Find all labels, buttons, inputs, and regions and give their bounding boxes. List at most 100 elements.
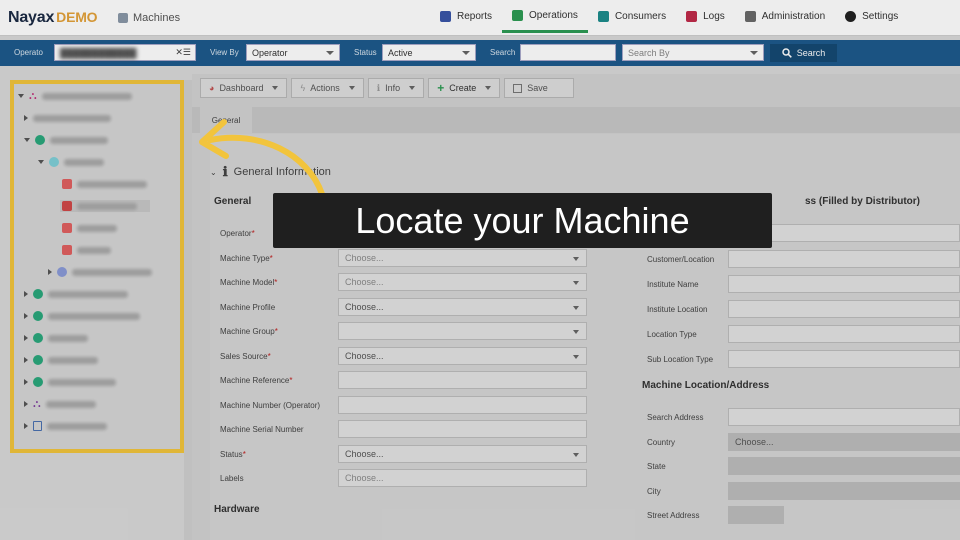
save-button[interactable]: Save <box>504 78 575 98</box>
field-label: Customer/Location <box>647 255 715 264</box>
tree-node[interactable] <box>24 288 128 300</box>
nav-label: Reports <box>457 11 493 22</box>
collapse-icon[interactable] <box>24 115 28 121</box>
field-select[interactable]: Choose... <box>338 346 587 365</box>
tree-node[interactable] <box>24 332 88 344</box>
dashboard-button[interactable]: ◕ Dashboard <box>200 78 288 98</box>
field-input[interactable] <box>728 275 960 293</box>
field-input[interactable] <box>728 408 960 426</box>
tree-node-machine[interactable] <box>62 222 117 234</box>
field-select[interactable]: Choose... <box>338 273 587 291</box>
collapse-icon[interactable] <box>24 335 28 341</box>
clear-list-icon[interactable]: ✕☰ <box>175 47 191 58</box>
field-label: Institute Name <box>647 280 699 289</box>
field-label: Country <box>647 437 676 447</box>
collapse-icon[interactable] <box>48 269 52 275</box>
operator-node-icon <box>33 289 43 299</box>
section-customer: ss (Filled by Distributor) <box>805 196 921 207</box>
field-select[interactable] <box>338 322 587 340</box>
tree-label-blurred <box>77 202 137 210</box>
tree-node[interactable] <box>24 134 108 146</box>
field-input[interactable] <box>728 350 960 368</box>
field-input[interactable] <box>728 300 960 318</box>
field-input[interactable] <box>338 395 587 414</box>
chevron-down-icon <box>272 86 279 90</box>
nav-operations[interactable]: Operations <box>502 0 588 33</box>
tree-label-blurred <box>47 422 107 430</box>
search-button[interactable]: Search <box>770 44 837 62</box>
field-label-text: Machine Type <box>220 253 270 263</box>
field-select[interactable]: Choose... <box>338 248 587 267</box>
tree-label-blurred <box>41 92 132 100</box>
country-select[interactable]: Choose... <box>728 432 960 451</box>
machines-icon <box>118 13 128 23</box>
field-value: Choose... <box>345 252 384 263</box>
info-icon: ℹ <box>376 82 381 93</box>
operator-input[interactable]: ████████████ ✕☰ <box>54 44 196 61</box>
field-input[interactable] <box>728 457 960 475</box>
top-app-bar: Nayax DEMO Machines Reports Operations Co… <box>0 0 960 36</box>
bolt-icon: ϟ <box>300 83 306 93</box>
field-label: Machine Number (Operator) <box>220 401 320 410</box>
field-label-text: Machine Model <box>220 278 275 287</box>
tree-node[interactable] <box>24 310 140 322</box>
expand-icon[interactable] <box>18 94 24 98</box>
field-input[interactable] <box>338 371 587 389</box>
required-marker: * <box>289 376 293 385</box>
tree-node-root[interactable]: ⛬ <box>18 90 132 102</box>
tree-node[interactable] <box>38 156 104 168</box>
field-value: Choose... <box>345 277 384 287</box>
search-input[interactable] <box>520 44 616 61</box>
nav-administration[interactable]: Administration <box>735 0 835 33</box>
tree-node[interactable]: ⛬ <box>24 398 96 410</box>
tree-node[interactable] <box>48 266 152 278</box>
nav-logs[interactable]: Logs <box>676 0 735 33</box>
org-icon: ⛬ <box>33 397 41 410</box>
expand-icon[interactable] <box>38 160 44 164</box>
nayax-logo[interactable]: Nayax DEMO <box>8 9 98 27</box>
field-label-text: Machine Group <box>220 327 275 336</box>
tree-node[interactable] <box>24 420 107 432</box>
info-button[interactable]: ℹ Info <box>367 78 425 98</box>
expand-icon[interactable] <box>24 138 30 142</box>
collapse-icon[interactable] <box>24 357 28 363</box>
collapse-icon[interactable] <box>24 291 28 297</box>
actions-button[interactable]: ϟ Actions <box>291 78 364 98</box>
field-input[interactable] <box>728 506 784 524</box>
field-input[interactable] <box>728 481 960 500</box>
field-label: Institute Location <box>647 305 708 314</box>
field-input[interactable] <box>728 325 960 343</box>
chevron-down-icon <box>573 305 579 310</box>
nav-reports[interactable]: Reports <box>430 0 502 33</box>
machine-tree-panel[interactable]: ⛬ ⛬ <box>10 80 184 453</box>
tree-node-machine[interactable] <box>62 244 111 256</box>
field-label: Machine Serial Number <box>220 425 304 434</box>
tree-node[interactable] <box>24 376 116 388</box>
tree-node[interactable] <box>24 112 111 124</box>
tree-node-machine-selected[interactable] <box>60 200 150 212</box>
operator-node-icon <box>33 355 43 365</box>
nav-settings[interactable]: Settings <box>835 0 908 33</box>
collapse-icon[interactable] <box>24 379 28 385</box>
logs-icon <box>686 11 698 22</box>
chevron-down-icon <box>750 51 758 55</box>
chevron-down-icon <box>485 86 492 90</box>
collapse-icon[interactable] <box>24 423 28 429</box>
tree-node-machine[interactable] <box>62 178 147 190</box>
field-input[interactable] <box>728 250 960 268</box>
field-input[interactable]: Choose... <box>338 469 587 487</box>
view-by-select[interactable]: Operator <box>246 44 340 61</box>
nav-consumers[interactable]: Consumers <box>588 0 676 33</box>
tree-node[interactable] <box>24 354 98 366</box>
field-select[interactable]: Choose... <box>338 297 587 316</box>
collapse-icon[interactable] <box>24 401 28 407</box>
field-input[interactable] <box>338 420 587 438</box>
collapse-icon[interactable] <box>24 313 28 319</box>
field-label-text: Machine Profile <box>220 302 276 312</box>
create-button[interactable]: + Create <box>428 78 501 98</box>
search-by-select[interactable]: Search By <box>622 44 764 61</box>
operator-node-icon <box>33 311 43 321</box>
group-node-icon <box>57 267 67 277</box>
status-select[interactable]: Active <box>382 44 476 61</box>
field-select[interactable]: Choose... <box>338 444 587 463</box>
